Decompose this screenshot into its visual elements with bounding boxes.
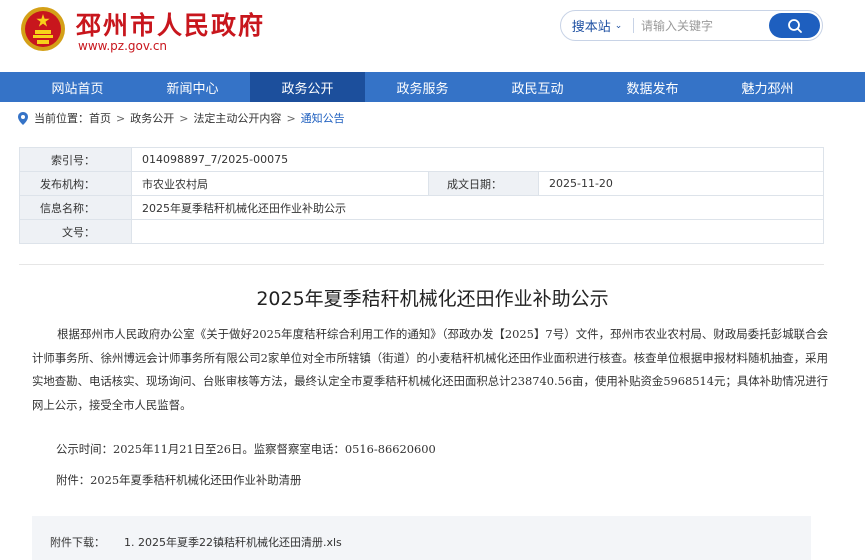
doc-number-label: 文号： [19, 219, 132, 244]
site-name[interactable]: 邳州市人民政府 [76, 6, 265, 42]
publicity-info: 公示时间：2025年11月21日至26日。监察督察室电话：0516-866206… [56, 442, 436, 456]
date-label: 成文日期： [428, 171, 539, 196]
breadcrumb-separator: > [286, 111, 296, 125]
breadcrumb-separator: > [179, 111, 189, 125]
search-divider [633, 18, 634, 33]
article-body: 根据邳州市人民政府办公室《关于做好2025年度秸秆综合利用工作的通知》（邳政办发… [32, 323, 828, 417]
divider [19, 264, 824, 265]
nav-item-interaction[interactable]: 政民互动 [480, 72, 595, 102]
breadcrumb-notices[interactable]: 通知公告 [301, 110, 345, 126]
search-button[interactable] [769, 13, 820, 38]
breadcrumb-gov-affairs[interactable]: 政务公开 [130, 110, 174, 126]
nav-item-charm[interactable]: 魅力邳州 [710, 72, 825, 102]
main-nav: 网站首页 新闻中心 政务公开 政务服务 政民互动 数据发布 魅力邳州 [0, 72, 865, 102]
download-label: 附件下载： [50, 536, 105, 549]
site-header: 邳州市人民政府 www.pz.gov.cn 搜本站 ⌄ [0, 0, 865, 70]
org-label: 发布机构： [19, 171, 132, 196]
download-box: 附件下载： 1. 2025年夏季22镇秸秆机械化还田清册.xls [32, 516, 811, 560]
nav-item-news[interactable]: 新闻中心 [135, 72, 250, 102]
doc-number-value [131, 219, 824, 244]
breadcrumb: 当前位置： 首页 > 政务公开 > 法定主动公开内容 > 通知公告 [18, 109, 345, 127]
table-row: 索引号： 014098897_7/2025-00075 [19, 147, 824, 172]
search-scope-select[interactable]: 搜本站 ⌄ [561, 11, 633, 40]
nav-item-gov-affairs[interactable]: 政务公开 [250, 72, 365, 102]
table-row: 文号： [19, 219, 824, 244]
search-scope-label: 搜本站 [571, 20, 611, 35]
table-row: 发布机构： 市农业农村局 成文日期： 2025-11-20 [19, 171, 824, 196]
info-table: 索引号： 014098897_7/2025-00075 发布机构： 市农业农村局… [19, 147, 824, 244]
national-emblem-icon[interactable] [20, 6, 66, 52]
search-bar: 搜本站 ⌄ [560, 10, 823, 41]
breadcrumb-prefix: 当前位置： [34, 112, 89, 125]
article-title: 2025年夏季秸秆机械化还田作业补助公示 [256, 288, 609, 310]
location-pin-icon [18, 111, 28, 125]
attachment-note: 附件：2025年夏季秸秆机械化还田作业补助清册 [56, 473, 302, 487]
name-label: 信息名称： [19, 195, 132, 220]
nav-item-gov-services[interactable]: 政务服务 [365, 72, 480, 102]
table-row: 信息名称： 2025年夏季秸秆机械化还田作业补助公示 [19, 195, 824, 220]
breadcrumb-separator: > [116, 111, 126, 125]
article-paragraph: 根据邳州市人民政府办公室《关于做好2025年度秸秆综合利用工作的通知》（邳政办发… [32, 327, 828, 412]
index-label: 索引号： [19, 147, 132, 172]
index-value: 014098897_7/2025-00075 [131, 147, 824, 172]
org-value: 市农业农村局 [131, 171, 429, 196]
breadcrumb-legal-disclosure[interactable]: 法定主动公开内容 [193, 110, 281, 126]
site-domain: www.pz.gov.cn [78, 39, 168, 53]
nav-item-home[interactable]: 网站首页 [0, 72, 135, 102]
nav-item-data[interactable]: 数据发布 [595, 72, 710, 102]
download-file-link[interactable]: 1. 2025年夏季22镇秸秆机械化还田清册.xls [124, 534, 342, 550]
date-value: 2025-11-20 [538, 171, 824, 196]
breadcrumb-home[interactable]: 首页 [89, 110, 111, 126]
search-icon [787, 18, 802, 33]
search-input[interactable] [641, 15, 766, 36]
chevron-down-icon: ⌄ [614, 20, 623, 31]
name-value: 2025年夏季秸秆机械化还田作业补助公示 [131, 195, 824, 220]
